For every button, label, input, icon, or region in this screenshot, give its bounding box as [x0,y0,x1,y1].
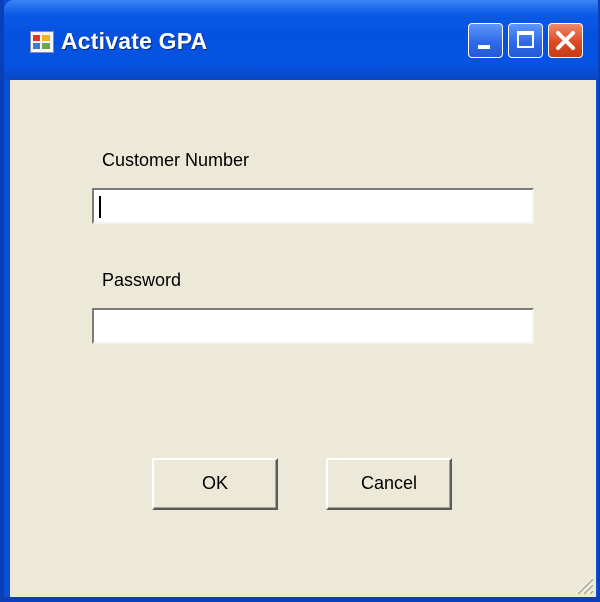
cancel-button[interactable]: Cancel [326,458,452,510]
maximize-button[interactable] [508,23,543,58]
app-icon[interactable] [30,31,54,53]
maximize-icon [517,31,534,48]
dialog-window: Activate GPA Customer Number Password OK… [0,0,600,602]
customer-number-label: Customer Number [102,150,250,170]
ok-button[interactable]: OK [152,458,278,510]
text-caret [99,196,101,218]
customer-number-field[interactable] [92,188,534,224]
close-button[interactable] [548,23,583,58]
title-bar[interactable]: Activate GPA [4,0,598,80]
minimize-button[interactable] [468,23,503,58]
resize-grip-icon[interactable] [572,573,594,595]
password-label: Password [102,270,182,290]
dialog-body: Customer Number Password OK Cancel [10,80,596,597]
close-icon [556,31,575,50]
password-field[interactable] [92,308,534,344]
minimize-icon [478,45,490,49]
window-title: Activate GPA [61,28,208,54]
